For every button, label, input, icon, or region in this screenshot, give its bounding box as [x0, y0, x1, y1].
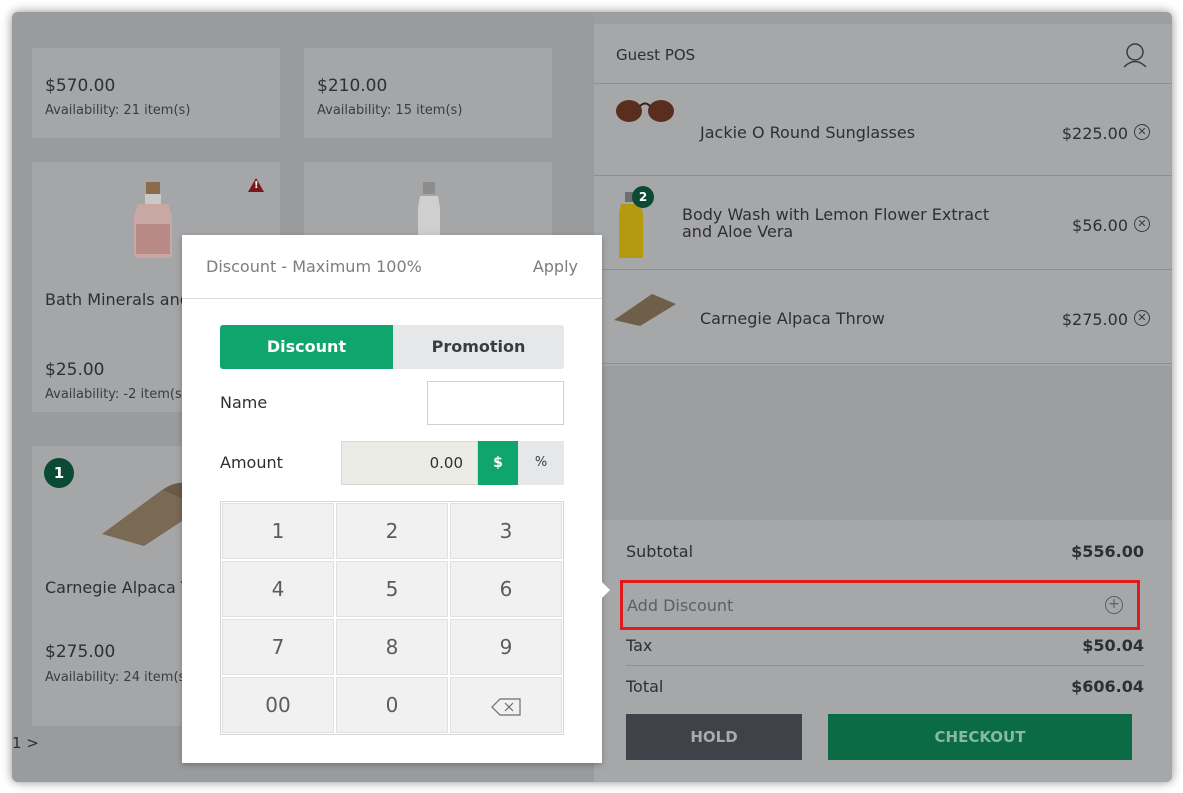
pos-window: $570.00 Availability: 21 item(s) $210.00… — [12, 12, 1172, 782]
tax-label: Tax — [626, 636, 653, 655]
cart-item-price: $225.00 — [1061, 124, 1128, 143]
name-label: Name — [220, 393, 268, 412]
bath-salt-image — [134, 182, 172, 258]
cart-item[interactable]: Carnegie Alpaca Throw $275.00 ✕ — [594, 272, 1172, 364]
numeric-keypad: 1 2 3 4 5 6 7 8 9 00 0 — [220, 501, 564, 735]
apply-button[interactable]: Apply — [533, 257, 578, 276]
product-price: $25.00 — [45, 360, 105, 380]
remove-item-icon[interactable]: ✕ — [1134, 216, 1150, 232]
key-3[interactable]: 3 — [450, 503, 562, 559]
discount-type-tabs: Discount Promotion — [220, 325, 564, 369]
popup-header: Discount - Maximum 100% Apply — [182, 235, 602, 299]
percent-unit-button[interactable]: % — [518, 441, 564, 485]
popup-title: Discount - Maximum 100% — [206, 257, 422, 276]
product-price: $570.00 — [45, 76, 116, 96]
tab-discount[interactable]: Discount — [220, 325, 393, 369]
cart-item-name: Body Wash with Lemon Flower Extract and … — [682, 205, 990, 241]
total-label: Total — [626, 677, 664, 696]
product-name: Carnegie Alpaca Throw — [45, 578, 195, 597]
cart-item-name: Jackie O Round Sunglasses — [700, 123, 916, 142]
tax-value: $50.04 — [1082, 636, 1144, 655]
sunglasses-image — [616, 100, 674, 122]
cart-item[interactable]: Jackie O Round Sunglasses $225.00 ✕ — [594, 84, 1172, 176]
remove-item-icon[interactable]: ✕ — [1134, 124, 1150, 140]
cart-panel: Guest POS Jackie O Round Sunglasses $225… — [594, 12, 1172, 782]
product-card[interactable]: $570.00 Availability: 21 item(s) — [32, 48, 280, 138]
total-row: Total $606.04 — [626, 677, 1144, 696]
key-0[interactable]: 0 — [336, 677, 448, 733]
key-8[interactable]: 8 — [336, 619, 448, 675]
divider — [626, 665, 1144, 666]
cart-header: Guest POS — [594, 24, 1172, 84]
cart-items-list: Jackie O Round Sunglasses $225.00 ✕ 2 Bo… — [594, 84, 1172, 366]
amount-input[interactable]: 0.00 — [341, 441, 478, 485]
backspace-icon — [491, 697, 521, 716]
quantity-badge: 1 — [44, 458, 74, 488]
key-4[interactable]: 4 — [222, 561, 334, 617]
product-price: $275.00 — [45, 642, 116, 662]
plus-circle-icon[interactable]: + — [1105, 596, 1123, 614]
popup-pointer — [602, 582, 610, 598]
key-6[interactable]: 6 — [450, 561, 562, 617]
cart-item[interactable]: 2 Body Wash with Lemon Flower Extract an… — [594, 178, 1172, 270]
subtotal-row: Subtotal $556.00 — [626, 542, 1144, 561]
warning-icon — [248, 178, 264, 192]
customer-label[interactable]: Guest POS — [616, 46, 695, 64]
key-1[interactable]: 1 — [222, 503, 334, 559]
product-availability: Availability: 15 item(s) — [317, 103, 463, 118]
hold-button[interactable]: HOLD — [626, 714, 802, 760]
add-discount-row[interactable]: Add Discount + — [620, 580, 1140, 630]
cart-item-name: Carnegie Alpaca Throw — [700, 309, 885, 328]
product-name: Bath Minerals and Salt — [45, 290, 195, 309]
cart-item-price: $275.00 — [1061, 310, 1128, 329]
dollar-unit-button[interactable]: $ — [478, 441, 518, 485]
subtotal-label: Subtotal — [626, 542, 694, 561]
key-2[interactable]: 2 — [336, 503, 448, 559]
customer-icon[interactable] — [1122, 42, 1148, 68]
tab-promotion[interactable]: Promotion — [393, 325, 564, 369]
subtotal-value: $556.00 — [1071, 542, 1144, 561]
add-discount-label: Add Discount — [627, 596, 734, 615]
quantity-badge: 2 — [632, 186, 654, 208]
pagination[interactable]: 1 > — [12, 734, 39, 752]
product-card[interactable]: $210.00 Availability: 15 item(s) — [304, 48, 552, 138]
totals-section: Subtotal $556.00 Add Discount + Tax $50.… — [594, 520, 1172, 782]
key-5[interactable]: 5 — [336, 561, 448, 617]
amount-label: Amount — [220, 453, 283, 472]
discount-name-input[interactable] — [427, 381, 564, 425]
discount-popup: Discount - Maximum 100% Apply Discount P… — [182, 235, 610, 763]
product-availability: Availability: 24 item(s) — [45, 670, 185, 685]
product-availability: Availability: 21 item(s) — [45, 103, 191, 118]
checkout-button[interactable]: CHECKOUT — [828, 714, 1132, 760]
key-7[interactable]: 7 — [222, 619, 334, 675]
remove-item-icon[interactable]: ✕ — [1134, 310, 1150, 326]
product-availability: Availability: -2 item(s) — [45, 387, 185, 402]
key-00[interactable]: 00 — [222, 677, 334, 733]
backspace-key[interactable] — [450, 677, 562, 733]
tax-row: Tax $50.04 — [626, 636, 1144, 655]
alpaca-throw-image — [614, 294, 676, 326]
cart-item-price: $56.00 — [1072, 216, 1128, 235]
product-price: $210.00 — [317, 76, 388, 96]
key-9[interactable]: 9 — [450, 619, 562, 675]
total-value: $606.04 — [1071, 677, 1144, 696]
